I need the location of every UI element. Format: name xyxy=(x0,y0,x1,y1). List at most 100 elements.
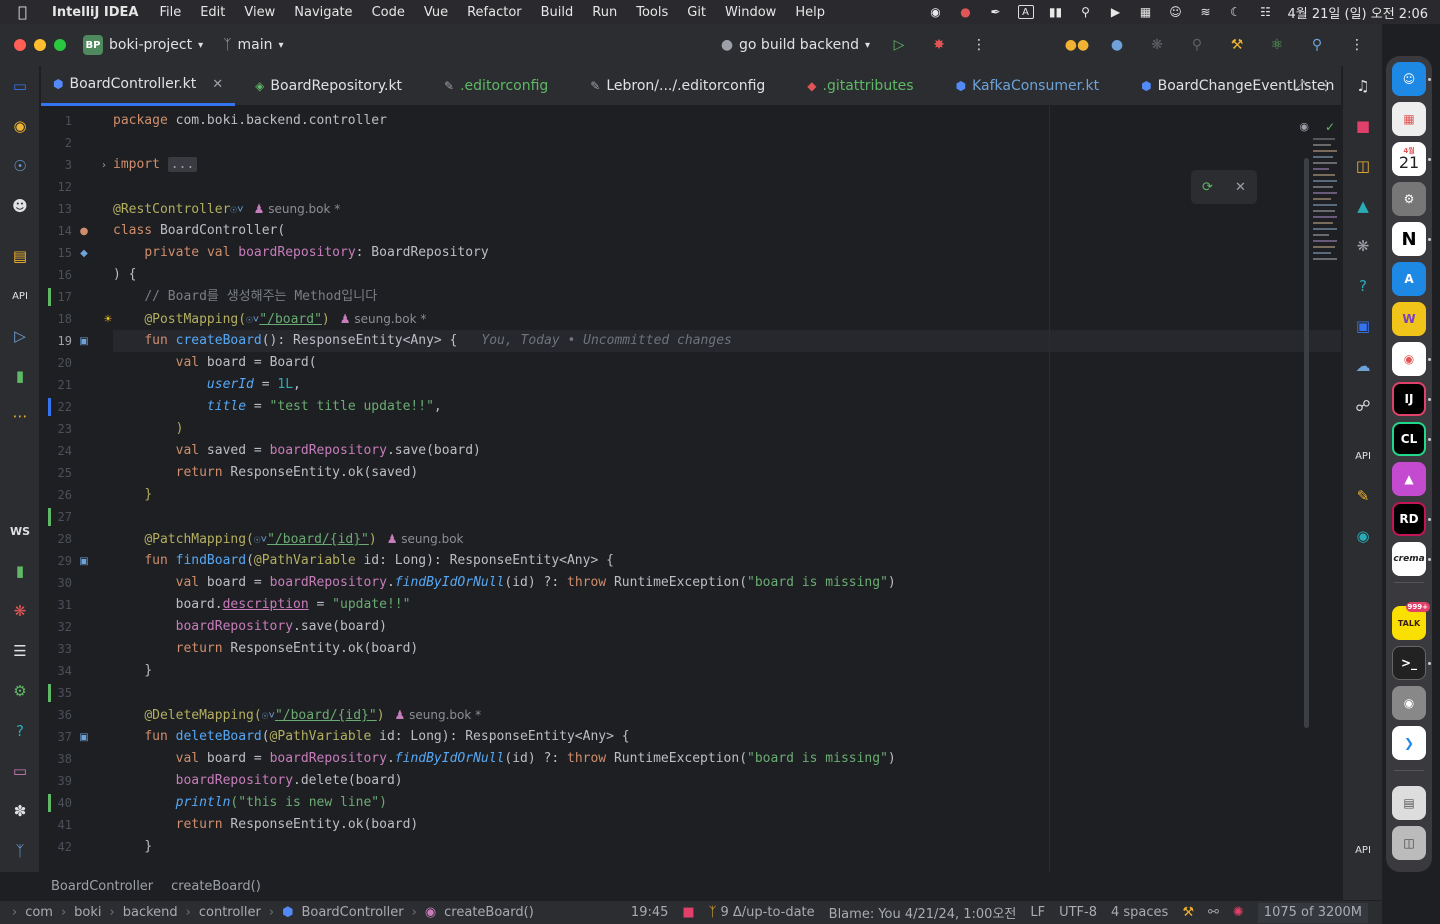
endpoint-icon[interactable]: ▣ xyxy=(77,334,91,348)
gear-icon[interactable]: ⚙ xyxy=(8,679,32,703)
close-icon[interactable]: ✕ xyxy=(212,77,223,92)
line-number[interactable]: 1 xyxy=(41,110,72,132)
tab-board-controller[interactable]: ⬢ BoardController.kt ✕ xyxy=(41,66,236,106)
author-hint[interactable]: ♟ seung.bok * xyxy=(395,708,482,722)
cloud-icon[interactable]: ☁ xyxy=(1351,354,1375,378)
launchpad-icon[interactable]: ▦ xyxy=(1392,102,1426,136)
user-circle-icon[interactable]: ☺ xyxy=(1168,5,1184,19)
code-editor[interactable]: 1 2 3 › 12 13 14 ● 15 ◆ 16 17 18 19 ▣ 20 21 22 23 24 25 26 27 2… xyxy=(41,106,1341,872)
author-hint[interactable]: ♟ seung.bok xyxy=(387,532,464,546)
python-icon[interactable]: ☍ xyxy=(1351,394,1375,418)
problems-tool-icon[interactable]: ✽ xyxy=(8,799,32,823)
path-segment[interactable]: backend xyxy=(123,905,178,920)
vscode-icon[interactable]: ❯ xyxy=(1392,726,1426,760)
code-line[interactable] xyxy=(113,176,1341,198)
notifications-icon[interactable]: ♫ xyxy=(1351,74,1375,98)
line-number[interactable]: 34 xyxy=(41,660,72,682)
code-line[interactable]: val board = boardRepository.findByIdOrNu… xyxy=(113,572,1341,594)
line-number[interactable]: 41 xyxy=(41,814,72,836)
terminal-tool-icon[interactable]: ▭ xyxy=(8,759,32,783)
system-settings-icon[interactable]: ⚙ xyxy=(1392,182,1426,216)
rider-icon[interactable]: RD xyxy=(1392,502,1426,536)
line-number[interactable]: 17 xyxy=(41,286,72,308)
api-icon[interactable]: API xyxy=(1351,444,1375,468)
intellij-icon[interactable]: IJ xyxy=(1392,382,1426,416)
code-line[interactable]: @DeleteMapping(☉˅"/board/{id}") ♟ seung.b… xyxy=(113,704,1341,726)
vertical-scrollbar[interactable] xyxy=(1304,158,1309,728)
code-line[interactable]: return ResponseEntity.ok(board) xyxy=(113,638,1341,660)
git-status[interactable]: ᛉ 9 Δ/up-to-date xyxy=(709,905,815,920)
code-line[interactable]: return ResponseEntity.ok(board) xyxy=(113,814,1341,836)
reader-mode-icon[interactable]: ◉ xyxy=(1299,120,1309,133)
feather-icon[interactable]: ✒ xyxy=(988,5,1004,19)
help-circle-icon[interactable]: ? xyxy=(1351,274,1375,298)
help-tool-icon[interactable]: ? xyxy=(8,719,32,743)
bean-ref-icon[interactable]: ◆ xyxy=(77,246,91,260)
path-segment[interactable]: boki xyxy=(74,905,101,920)
vcs-change-marker[interactable] xyxy=(48,794,51,812)
line-number[interactable]: 12 xyxy=(41,176,72,198)
line-number[interactable]: 26 xyxy=(41,484,72,506)
tab-editorconfig[interactable]: ✎ .editorconfig xyxy=(432,66,560,106)
code-line[interactable]: package com.boki.backend.controller xyxy=(113,110,1341,132)
code-line[interactable]: import ... xyxy=(113,154,1341,176)
edit-list-icon[interactable]: ✎ xyxy=(1351,484,1375,508)
status-circle-icon[interactable]: ● xyxy=(1106,34,1128,56)
line-number[interactable]: 16 xyxy=(41,264,72,286)
notion-icon[interactable]: N xyxy=(1392,222,1426,256)
code-area[interactable]: package com.boki.backend.controller impor… xyxy=(104,106,1341,872)
close-icon[interactable]: ✕ xyxy=(1235,180,1246,195)
menu-window[interactable]: Window xyxy=(725,5,776,20)
code-line[interactable]: } xyxy=(113,836,1341,858)
project-tool-icon[interactable]: ▭ xyxy=(8,74,32,98)
code-line[interactable] xyxy=(113,682,1341,704)
cursor-position[interactable]: 19:45 xyxy=(631,905,668,920)
line-number[interactable]: 30 xyxy=(41,572,72,594)
ai-assistant-icon[interactable]: ⚛ xyxy=(1266,34,1288,56)
bookmarks-tool-icon[interactable]: ▮ xyxy=(8,364,32,388)
line-number[interactable]: 31 xyxy=(41,594,72,616)
code-line[interactable]: @PostMapping(☉˅"/board") ♟ seung.bok * xyxy=(113,308,1341,330)
control-center-icon[interactable]: ☷ xyxy=(1258,5,1274,19)
line-number[interactable]: 24 xyxy=(41,440,72,462)
line-number[interactable]: 19 xyxy=(41,330,72,352)
layers-tool-icon[interactable]: ☰ xyxy=(8,639,32,663)
endpoint-icon[interactable]: ▣ xyxy=(77,554,91,568)
path-segment[interactable]: controller xyxy=(199,905,261,920)
line-number[interactable]: 33 xyxy=(41,638,72,660)
code-line[interactable] xyxy=(113,132,1341,154)
line-number[interactable]: 28 xyxy=(41,528,72,550)
expand-icon[interactable]: ⤢ xyxy=(1294,78,1305,94)
menu-navigate[interactable]: Navigate xyxy=(294,5,352,20)
line-number[interactable]: 27 xyxy=(41,506,72,528)
breadcrumb-class[interactable]: BoardController xyxy=(51,879,153,894)
code-line[interactable]: } xyxy=(113,484,1341,506)
reload-icon[interactable]: ⟳ xyxy=(1202,180,1213,195)
rainbow-app-icon[interactable]: ▲ xyxy=(1392,462,1426,496)
chat-icon[interactable]: ▣ xyxy=(1351,314,1375,338)
line-number[interactable]: 38 xyxy=(41,748,72,770)
minimize-window-button[interactable] xyxy=(34,39,46,51)
code-line[interactable]: ) xyxy=(113,418,1341,440)
code-line[interactable]: } xyxy=(113,660,1341,682)
graph-tool-icon[interactable]: ❋ xyxy=(8,599,32,623)
plugin-icon[interactable]: ❋ xyxy=(1146,34,1168,56)
spotlight-icon[interactable]: ⚲ xyxy=(1078,5,1094,19)
services-tool-icon[interactable]: ▤ xyxy=(8,244,32,268)
websphere-tool-icon[interactable]: WS xyxy=(8,519,32,543)
vcs-change-marker[interactable] xyxy=(48,684,51,702)
code-line[interactable] xyxy=(113,506,1341,528)
more-horizontal-icon[interactable]: ⋯ xyxy=(8,404,32,428)
github-tool-icon[interactable]: ☻ xyxy=(8,194,32,218)
input-method-icon[interactable]: A xyxy=(1017,5,1034,19)
code-with-me-icon[interactable]: ●● xyxy=(1065,34,1089,56)
menu-file[interactable]: File xyxy=(159,5,181,20)
line-number[interactable]: 15 xyxy=(41,242,72,264)
wifi-icon[interactable]: ≋ xyxy=(1198,5,1214,19)
line-number[interactable]: 22 xyxy=(41,396,72,418)
code-line[interactable]: fun deleteBoard(@PathVariable id: Long):… xyxy=(113,726,1341,748)
record-icon[interactable]: ◉ xyxy=(928,5,944,19)
vcs-change-marker[interactable] xyxy=(48,398,51,416)
line-number[interactable]: 32 xyxy=(41,616,72,638)
line-number[interactable]: 29 xyxy=(41,550,72,572)
